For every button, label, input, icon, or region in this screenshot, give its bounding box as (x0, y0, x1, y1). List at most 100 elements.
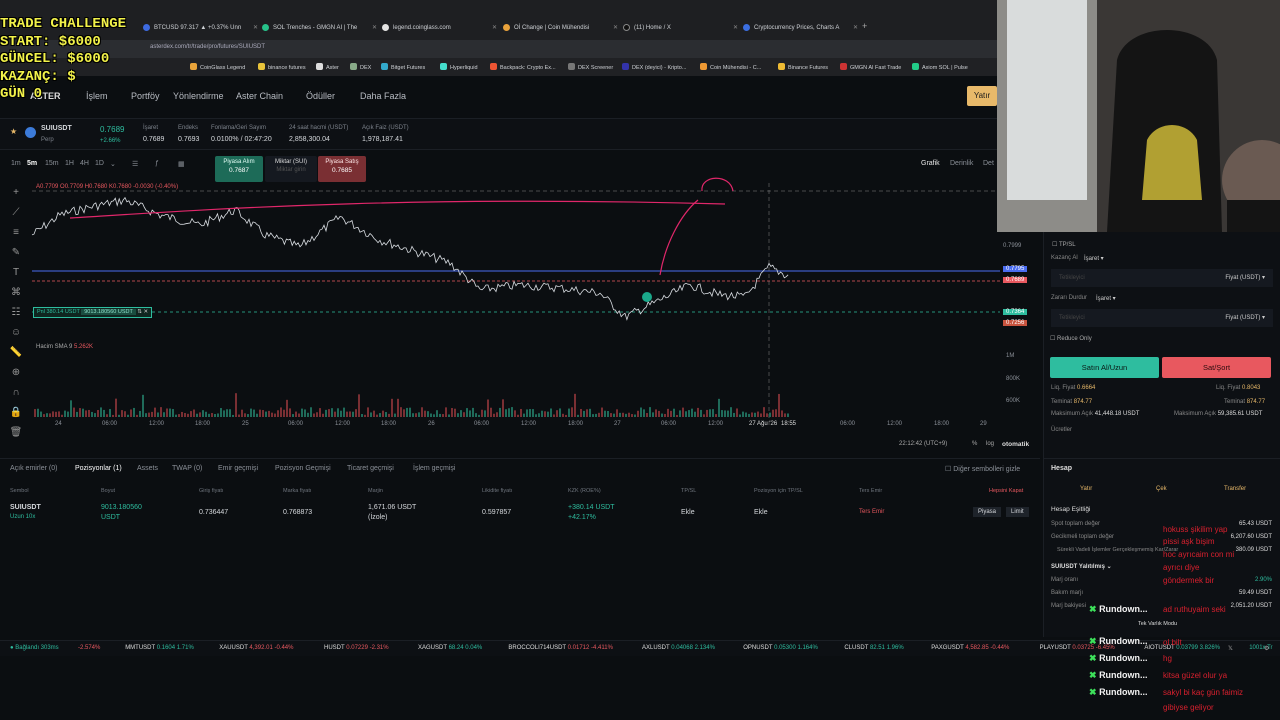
add-position-tpsl-button[interactable]: Ekle (754, 509, 768, 516)
tp-trigger-input[interactable]: Tetikleyici Fiyat (USDT) ▾ (1051, 269, 1273, 287)
nav-item-oduller[interactable]: Ödüller (306, 91, 335, 101)
close-market-button[interactable]: Piyasa (973, 507, 1002, 517)
bookmark-item[interactable]: Hyperliquid (440, 63, 478, 71)
x-tick: 12:00 (149, 421, 165, 427)
fees-link[interactable]: Ücretler (1051, 427, 1072, 433)
star-icon[interactable]: ★ (10, 127, 17, 136)
chat-username: ✖ Rundown... (1089, 670, 1148, 680)
browser-tab[interactable]: legend.coinglass.com ✕ (379, 21, 501, 35)
bookmark-item[interactable]: Backpack: Crypto Ex... (490, 63, 556, 71)
position-symbol[interactable]: SUIUSDT (10, 504, 41, 511)
close-tab-icon[interactable]: ✕ (853, 21, 858, 35)
ticker-item[interactable]: MMTUSDT 0.1604 1.71% (125, 645, 194, 651)
volume-bar (688, 410, 690, 417)
browser-tab[interactable]: (11) Home / X ✕ (620, 21, 742, 35)
browser-tab[interactable]: Oİ Change | Coin Mühendisi ✕ (500, 21, 622, 35)
account-transfer-button[interactable]: Transfer (1224, 486, 1246, 492)
bookmark-item[interactable]: Aster (316, 63, 339, 71)
bookmark-item[interactable]: Binance Futures (778, 63, 828, 71)
volume-bar (283, 409, 285, 417)
buy-long-button[interactable]: Satın Al/Uzun (1050, 357, 1159, 378)
account-deposit-button[interactable]: Yatır (1080, 486, 1092, 492)
ticker-item[interactable]: AXLUSDT 0.04068 2.134% (642, 645, 715, 651)
log-toggle[interactable]: log (986, 441, 994, 447)
position-tag[interactable]: Pnl 380.14 USDT 9013.180560 USDT ⇅ ✕ (33, 307, 153, 318)
divider (1044, 458, 1280, 459)
volume-bar (301, 408, 303, 417)
address-bar[interactable]: asterdex.com/tr/trade/pro/futures/SUIUSD… (0, 40, 997, 58)
browser-tab[interactable]: SOL Trenches - GMGN AI | The ✕ (259, 21, 381, 35)
stat-label: Açık Faiz (USDT) (362, 125, 409, 131)
tab-order-history[interactable]: Emir geçmişi (218, 465, 258, 472)
deposit-button[interactable]: Yatır (967, 86, 997, 106)
sl-type-select[interactable]: İşaret ▾ (1096, 295, 1116, 302)
volume-bar (643, 409, 645, 417)
hide-other-symbols-checkbox[interactable]: ☐ Diğer sembolleri gizle (945, 465, 1020, 473)
browser-tab[interactable]: Cryptocurrency Prices, Charts A ✕ (740, 21, 862, 35)
new-tab-icon[interactable]: + (862, 21, 867, 31)
nav-item-yonlendirme[interactable]: Yönlendirme (173, 91, 224, 101)
bookmark-item[interactable]: CoinGlass Legend (190, 63, 245, 71)
browser-tab[interactable]: BTCUSD 97.317 ▲ +0.37% Unn ✕ (140, 21, 262, 35)
close-tab-icon[interactable]: ✕ (733, 21, 738, 35)
add-tpsl-button[interactable]: Ekle (681, 509, 695, 516)
volume-bar (364, 414, 366, 417)
volume-bar (316, 412, 318, 417)
sell-short-button[interactable]: Sat/Şort (1162, 357, 1271, 378)
tab-positions[interactable]: Pozisyonlar (1) (75, 465, 122, 472)
sl-price-select[interactable]: Fiyat (USDT) ▾ (1225, 314, 1265, 321)
close-limit-button[interactable]: Limit (1006, 507, 1029, 517)
volume-bar (406, 407, 408, 417)
bookmark-item[interactable]: DEX Screener (568, 63, 613, 71)
account-withdraw-button[interactable]: Çek (1156, 486, 1167, 492)
ticker-item[interactable]: XAGUSDT 68.24 0.04% (418, 645, 482, 651)
bookmark-item[interactable]: GMGN AI Fast Trade (840, 63, 901, 71)
tab-twap[interactable]: TWAP (0) (172, 465, 202, 472)
tpsl-checkbox[interactable]: ☐ TP/SL (1052, 241, 1076, 248)
close-tab-icon[interactable]: ✕ (613, 21, 618, 35)
nav-item-daha-fazla[interactable]: Daha Fazla (360, 91, 406, 101)
tab-assets[interactable]: Assets (137, 465, 158, 472)
y-tick: 800K (1006, 376, 1021, 382)
volume-bar (367, 407, 369, 417)
volume-bar (781, 410, 783, 417)
ticker-item[interactable]: BROCCOLI714USDT 0.01712 -4.411% (508, 645, 613, 651)
tab-transaction-history[interactable]: İşlem geçmişi (413, 465, 455, 472)
percent-toggle[interactable]: % (972, 441, 977, 447)
close-tab-icon[interactable]: ✕ (253, 21, 258, 35)
volume-bar (373, 410, 375, 417)
volume-bar (229, 409, 231, 417)
close-tab-icon[interactable]: ✕ (372, 21, 377, 35)
auto-scale-toggle[interactable]: otomatik (1002, 441, 1029, 448)
bookmark-item[interactable]: Axiom SOL | Pulse (912, 63, 968, 71)
close-tab-icon[interactable]: ✕ (492, 21, 497, 35)
bookmark-item[interactable]: binance futures (258, 63, 306, 71)
ticker-item[interactable]: HUSDT 0.07229 -2.31% (324, 645, 389, 651)
ticker-item[interactable]: CLUSDT 82.51 1.96% (844, 645, 903, 651)
tab-position-history[interactable]: Pozisyon Geçmişi (275, 465, 331, 472)
close-all-button[interactable]: Hepsini Kapat (989, 488, 1023, 494)
bookmark-item[interactable]: Bitget Futures (381, 63, 425, 71)
chat-message: ayrıcı diye (1163, 563, 1200, 572)
nav-item-aster-chain[interactable]: Aster Chain (236, 91, 283, 101)
reverse-order-button[interactable]: Ters Emir (859, 509, 884, 515)
tab-trade-history[interactable]: Ticaret geçmişi (347, 465, 394, 472)
mark-price-cell: 0.768873 (283, 509, 313, 516)
tp-type-select[interactable]: İşaret ▾ (1084, 255, 1104, 262)
sl-trigger-input[interactable]: Tetikleyici Fiyat (USDT) ▾ (1051, 309, 1273, 327)
reduce-only-checkbox[interactable]: ☐ Reduce Only (1050, 335, 1092, 342)
nav-item-portfoy[interactable]: Portföy (131, 91, 160, 101)
bookmark-item[interactable]: DEX (deyici) - Kripto... (622, 63, 686, 71)
price-chart[interactable]: 1m 5m 15m 1H 4H 1D ⌄ ☰ ƒ ▦ Piyasa Alım 0… (0, 155, 1028, 455)
ticker-item[interactable]: XAUUSDT 4,392.01 -0.44% (219, 645, 293, 651)
bookmark-item[interactable]: Coin Mühendisi - C... (700, 63, 761, 71)
volume-bar (622, 412, 624, 417)
volume-bar (157, 412, 159, 417)
ticker-item[interactable]: OPNUSDT 0.05300 1.164% (743, 645, 818, 651)
ticker-item[interactable]: -2.574% (78, 645, 100, 651)
bookmark-item[interactable]: DEX (350, 63, 371, 71)
tab-open-orders[interactable]: Açık emirler (0) (10, 465, 57, 472)
symbol-selector[interactable]: SUIUSDT (41, 125, 72, 132)
tp-price-select[interactable]: Fiyat (USDT) ▾ (1225, 274, 1265, 281)
ticker-item[interactable]: PAXGUSDT 4,582.85 -0.44% (931, 645, 1009, 651)
